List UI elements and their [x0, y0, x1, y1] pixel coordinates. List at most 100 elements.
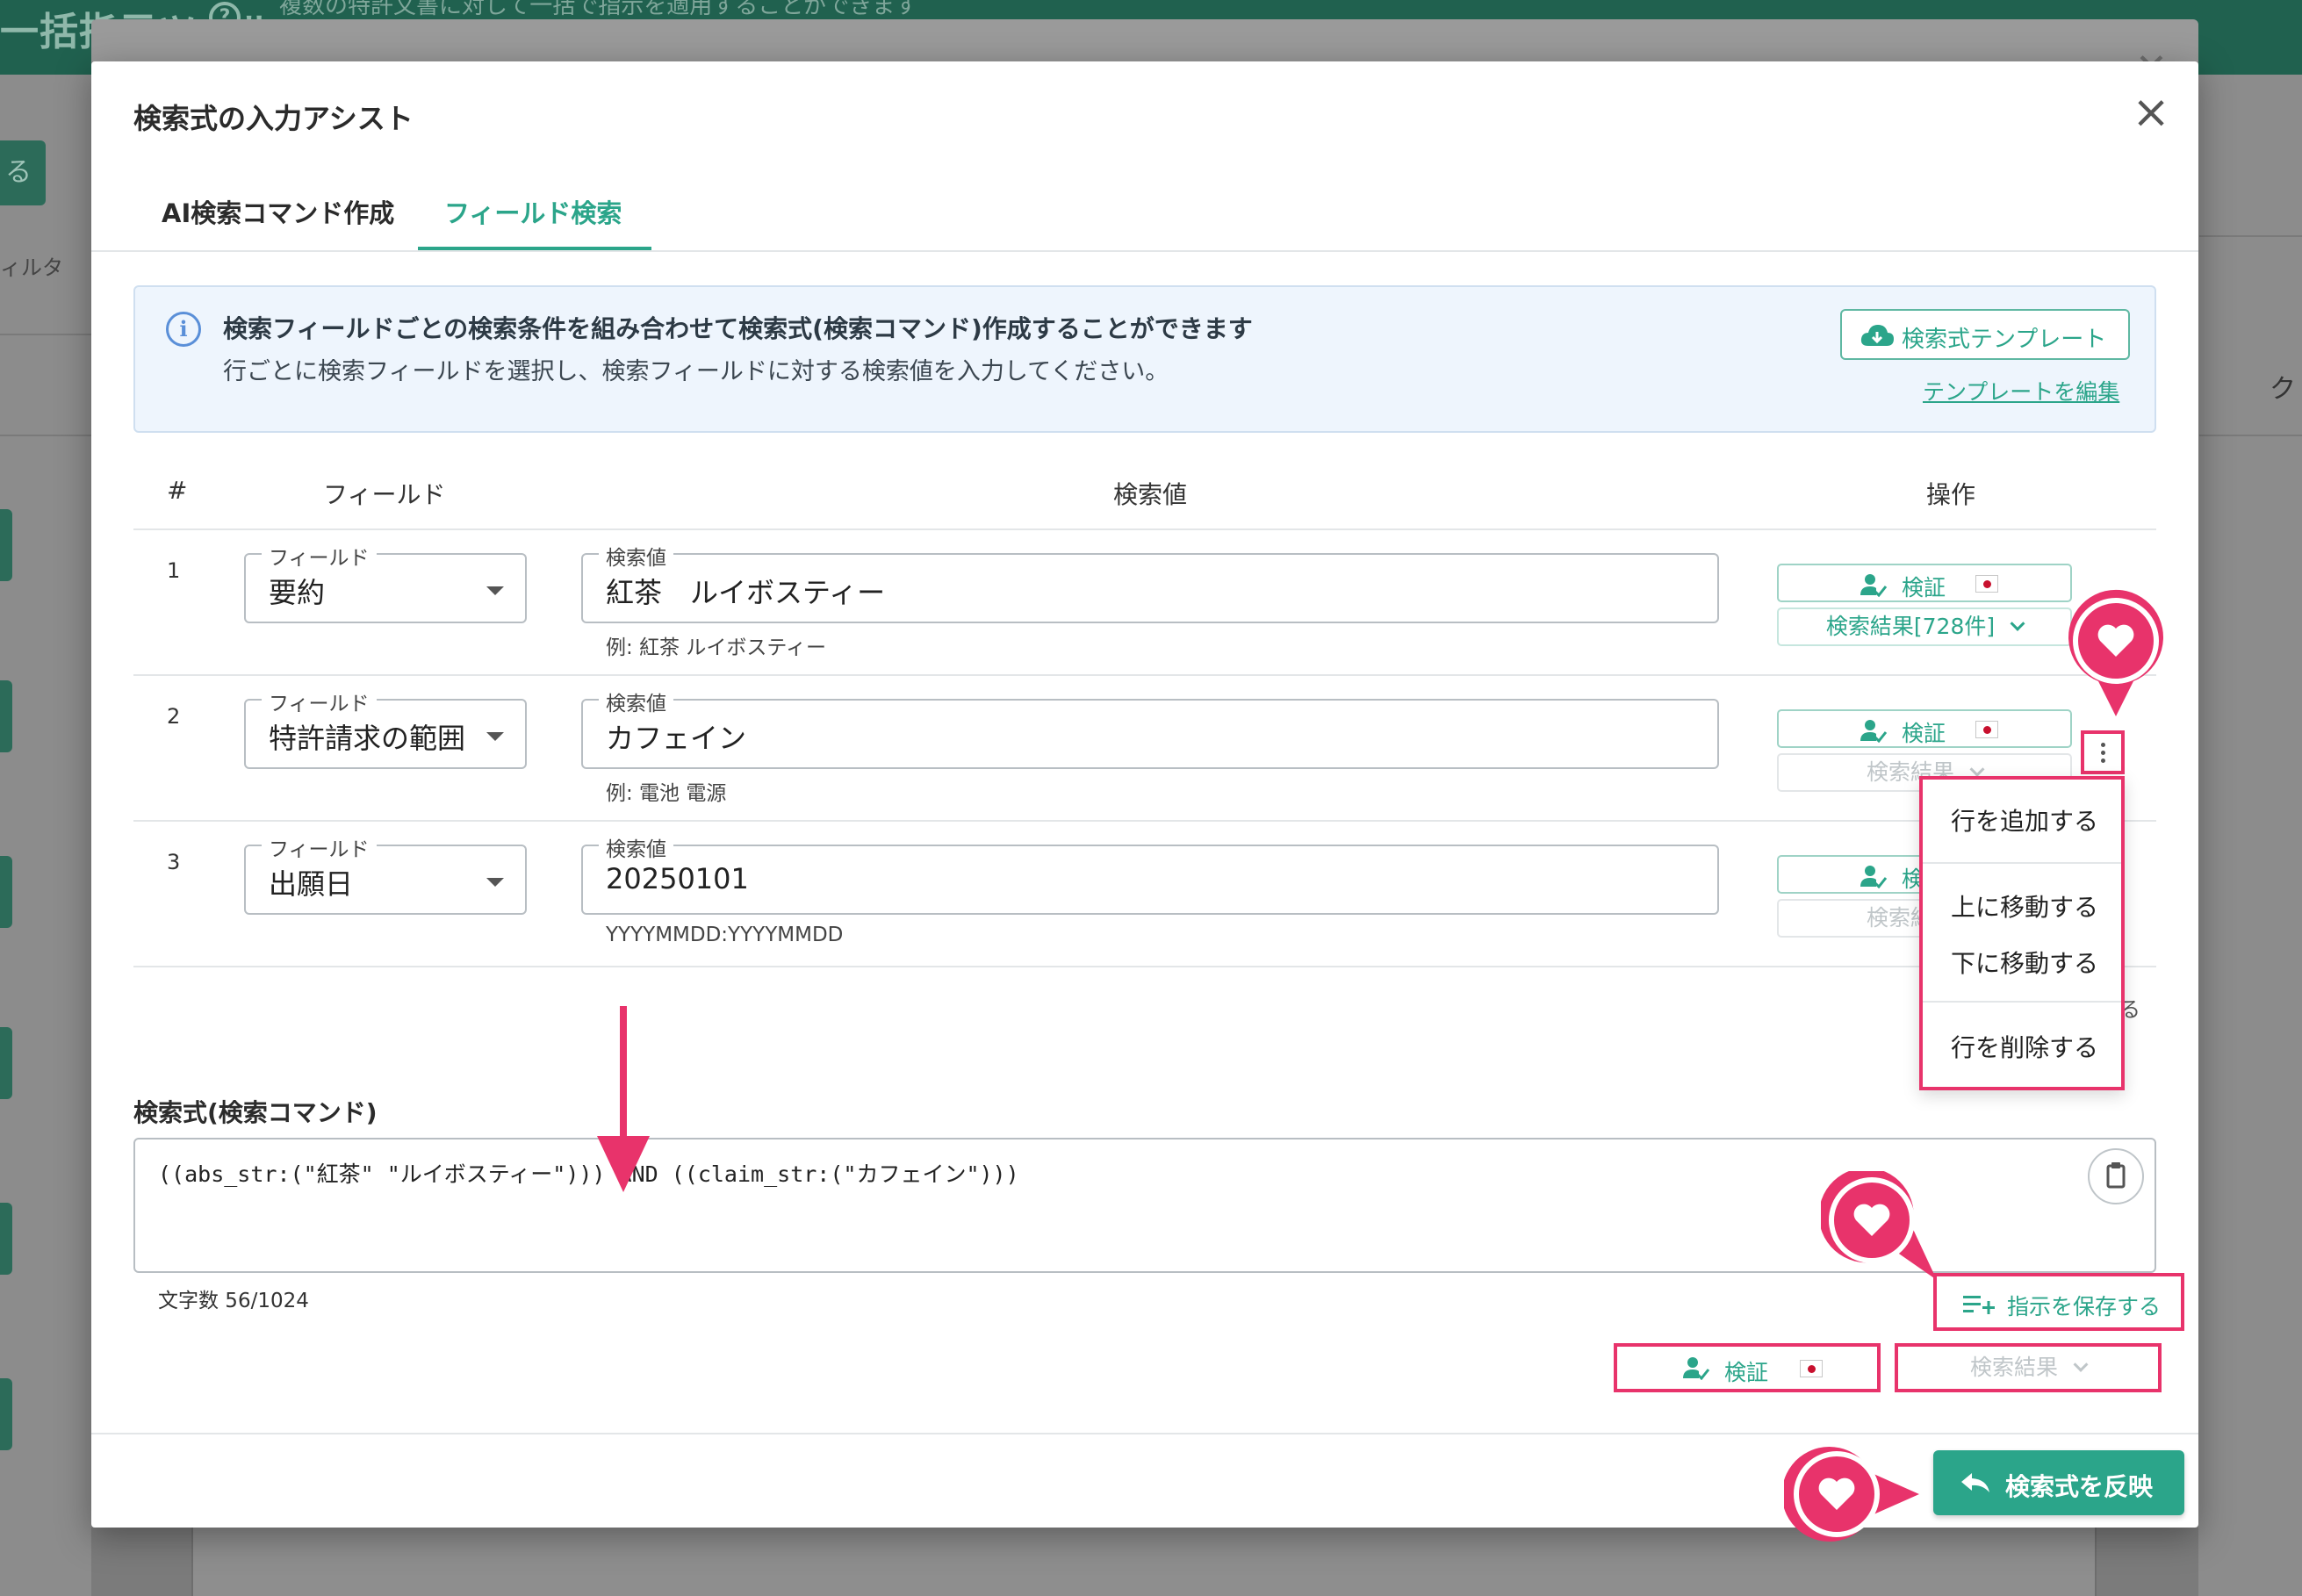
row-number: 3	[167, 850, 181, 874]
apply-expression-label: 検索式を反映	[2005, 1472, 2154, 1501]
chevron-down-icon	[1969, 761, 1985, 777]
template-button[interactable]: 検索式テンプレート	[1840, 309, 2130, 360]
app-description: 複数の特許文書に対して一括で指示を適用することができます	[279, 0, 918, 19]
field-select[interactable]: フィールド 出願日	[244, 832, 527, 915]
background-divider	[2199, 435, 2302, 436]
field-select[interactable]: フィールド 要約	[244, 541, 527, 623]
chevron-down-icon	[2073, 1356, 2089, 1372]
search-value-text: 紅茶 ルイボスティー	[606, 576, 886, 609]
background-row-marker	[0, 509, 12, 581]
column-header-number: #	[167, 476, 188, 505]
background-divider	[2199, 235, 2302, 237]
row-divider	[133, 820, 2156, 822]
modal-title: 検索式の入力アシスト	[133, 102, 414, 135]
annotation-arrow	[620, 1006, 627, 1138]
save-instruction-button[interactable]: 指示を保存する	[1933, 1273, 2184, 1331]
field-select-legend: フィールド	[262, 687, 377, 716]
close-icon[interactable]: ×	[2126, 88, 2176, 137]
info-title: 検索フィールドごとの検索条件を組み合わせて検索式(検索コマンド)作成することがで…	[223, 314, 1253, 343]
field-select-legend: フィールド	[262, 832, 377, 862]
template-button-label: 検索式テンプレート	[1902, 327, 2107, 353]
search-value-hint: 例: 電池 電源	[606, 782, 727, 805]
apply-expression-button[interactable]: 検索式を反映	[1933, 1450, 2184, 1515]
japan-flag-icon	[1975, 575, 1998, 593]
cloud-download-icon	[1860, 325, 1894, 346]
background-row-marker	[0, 856, 12, 928]
annotation-arrow-head	[597, 1136, 650, 1192]
row-divider	[133, 966, 2156, 967]
verify-button[interactable]: 検証	[1777, 709, 2072, 748]
background-footer-cell	[191, 1528, 2097, 1596]
field-select-value: 要約	[269, 576, 326, 609]
field-select[interactable]: フィールド 特許請求の範囲	[244, 687, 527, 769]
info-icon: i	[166, 312, 201, 347]
search-results-label: 検索結果[728件]	[1825, 614, 1996, 639]
info-text: 行ごとに検索フィールドを選択し、検索フィールドに対する検索値を入力してください。	[223, 358, 1169, 385]
search-value-input[interactable]: 検索値 カフェイン	[581, 687, 1719, 769]
row-divider	[133, 674, 2156, 676]
verify-expression-button[interactable]: 検証	[1614, 1343, 1881, 1392]
expression-label: 検索式(検索コマンド)	[133, 1098, 378, 1127]
background-filter-label: ィルタ	[0, 255, 63, 280]
row-menu-kebab-icon[interactable]	[2081, 730, 2125, 774]
search-value-text: カフェイン	[606, 722, 747, 755]
kebab-dot	[2101, 751, 2105, 755]
search-value-text: 20250101	[606, 862, 749, 895]
reply-icon	[1961, 1473, 1989, 1492]
clipboard-button[interactable]	[2088, 1148, 2144, 1204]
kebab-dot	[2101, 758, 2105, 763]
menu-divider	[1923, 862, 2121, 864]
menu-item-delete-row[interactable]: 行を削除する	[1951, 1029, 2098, 1064]
background-row-marker	[0, 1027, 12, 1099]
menu-item-move-down[interactable]: 下に移動する	[1951, 945, 2098, 980]
search-value-legend: 検索値	[599, 687, 673, 716]
char-count: 文字数 56/1024	[158, 1290, 309, 1312]
verify-button[interactable]: 検証	[1777, 564, 2072, 602]
tab-field-search[interactable]: フィールド検索	[444, 193, 622, 230]
search-value-hint: YYYYMMDD:YYYYMMDD	[606, 924, 844, 946]
verify-button-label: 検証	[1902, 721, 1946, 746]
menu-divider	[1923, 1001, 2121, 1003]
menu-item-add-row[interactable]: 行を追加する	[1951, 802, 2098, 838]
japan-flag-icon	[1975, 721, 1998, 738]
tab-ai-command[interactable]: AI検索コマンド作成	[162, 193, 394, 230]
search-assist-modal: 検索式の入力アシスト × AI検索コマンド作成 フィールド検索 i 検索フィール…	[91, 61, 2198, 1528]
search-results-button[interactable]: 検索結果[728件]	[1777, 607, 2072, 646]
column-header-field: フィールド	[323, 480, 446, 509]
dropdown-caret-icon	[486, 586, 504, 595]
user-check-icon	[1860, 866, 1888, 888]
expression-text: ((abs_str:("紅茶" "ルイボスティー"))) AND ((claim…	[158, 1161, 1019, 1187]
expression-results-label: 検索結果	[1969, 1355, 2058, 1380]
background-divider	[0, 435, 97, 436]
edit-template-link[interactable]: テンプレートを編集	[1923, 375, 2119, 406]
row-action-menu: 行を追加する 上に移動する 下に移動する 行を削除する	[1919, 776, 2125, 1090]
expression-results-button[interactable]: 検索結果	[1895, 1343, 2162, 1392]
row-number: 2	[167, 704, 181, 729]
kebab-dot	[2101, 743, 2105, 747]
expression-textarea[interactable]: ((abs_str:("紅茶" "ルイボスティー"))) AND ((claim…	[133, 1138, 2156, 1273]
info-banner: i 検索フィールドごとの検索条件を組み合わせて検索式(検索コマンド)作成すること…	[133, 285, 2156, 433]
tabs-divider	[91, 250, 2198, 252]
background-row-marker	[0, 680, 12, 752]
japan-flag-icon	[1800, 1360, 1823, 1377]
dropdown-caret-icon	[486, 878, 504, 887]
column-header-operation: 操作	[1926, 480, 1976, 509]
background-action-button: る	[0, 140, 46, 205]
verify-button-label: 検証	[1902, 575, 1946, 600]
row-number: 1	[167, 558, 181, 583]
verify-expression-label: 検証	[1724, 1360, 1769, 1385]
user-check-icon	[1860, 720, 1888, 743]
search-value-legend: 検索値	[599, 832, 673, 862]
playlist-add-icon	[1963, 1296, 1995, 1314]
field-select-value: 特許請求の範囲	[269, 722, 466, 755]
search-value-input[interactable]: 検索値 20250101	[581, 832, 1719, 915]
user-check-icon	[1860, 574, 1888, 597]
field-select-legend: フィールド	[262, 541, 377, 571]
save-instruction-label: 指示を保存する	[2007, 1294, 2162, 1319]
background-column-header: ク	[2270, 374, 2296, 405]
search-value-input[interactable]: 検索値 紅茶 ルイボスティー	[581, 541, 1719, 623]
menu-item-move-up[interactable]: 上に移動する	[1951, 888, 2098, 924]
chevron-down-icon	[2010, 615, 2025, 631]
user-check-icon	[1683, 1357, 1710, 1380]
background-row-marker	[0, 1378, 12, 1450]
